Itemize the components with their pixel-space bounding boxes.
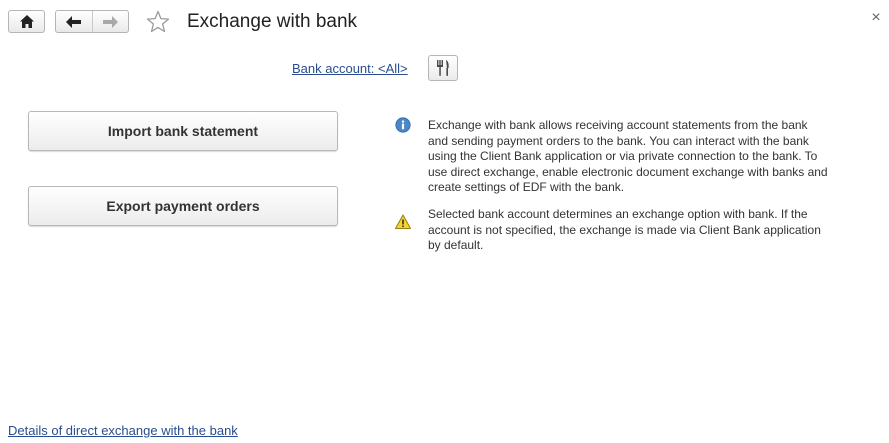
warning-icon <box>395 214 411 229</box>
settings-button[interactable] <box>428 55 458 81</box>
bank-account-link[interactable]: Bank account: <All> <box>292 61 408 76</box>
arrow-right-icon <box>102 15 118 28</box>
home-icon <box>19 15 34 28</box>
info-note-text: Exchange with bank allows receiving acco… <box>428 118 828 195</box>
import-bank-statement-button[interactable]: Import bank statement <box>28 111 338 151</box>
home-button[interactable] <box>8 10 45 33</box>
export-payment-orders-button[interactable]: Export payment orders <box>28 186 338 226</box>
settings-icon <box>437 60 449 76</box>
close-icon[interactable]: × <box>869 10 883 26</box>
details-direct-exchange-link[interactable]: Details of direct exchange with the bank <box>8 423 238 438</box>
arrow-left-icon <box>66 15 82 28</box>
forward-button[interactable] <box>91 11 129 32</box>
star-icon[interactable] <box>146 10 170 34</box>
info-icon <box>395 117 411 133</box>
page-title: Exchange with bank <box>187 11 358 32</box>
back-button[interactable] <box>56 11 92 32</box>
navigation-buttons <box>55 10 129 33</box>
warning-note-text: Selected bank account determines an exch… <box>428 207 821 253</box>
